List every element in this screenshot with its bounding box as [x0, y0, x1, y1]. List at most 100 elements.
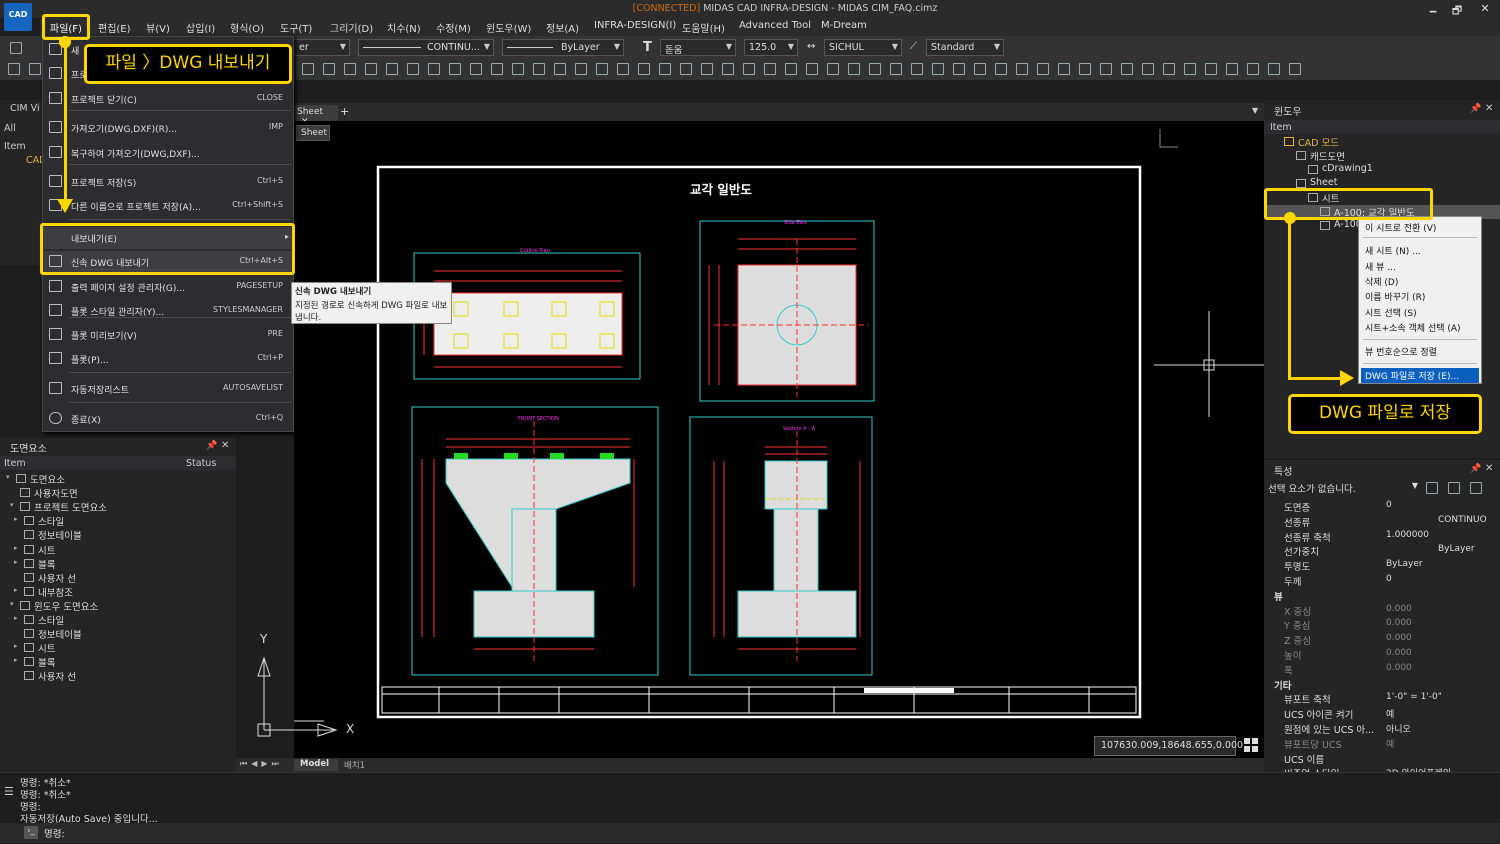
property-value[interactable]: 0	[1386, 500, 1392, 510]
draw-tool-icon[interactable]	[722, 63, 734, 75]
menu-view[interactable]: 뷰(V)	[146, 20, 170, 35]
draw-tool-icon[interactable]	[323, 63, 335, 75]
draw-tool-icon[interactable]	[890, 63, 902, 75]
tree-item[interactable]: ▸ 시트	[0, 543, 236, 557]
layer-combo[interactable]: er	[294, 39, 350, 56]
draw-tool-icon[interactable]	[1058, 63, 1070, 75]
menu-icon[interactable]: ☰	[4, 785, 14, 798]
draw-tool-icon[interactable]	[470, 63, 482, 75]
tree-item[interactable]: 사용자도면	[0, 486, 236, 500]
draw-tool-icon[interactable]	[302, 63, 314, 75]
property-value[interactable]: 0.000	[1386, 648, 1412, 658]
draw-tool-icon[interactable]	[953, 63, 965, 75]
dim-style-icon[interactable]: ↔	[807, 41, 815, 52]
tree-item[interactable]: ▸ 시트	[0, 641, 236, 655]
file-menu-item[interactable]: 프로젝트 닫기(C) CLOSE	[43, 88, 293, 110]
file-menu-item[interactable]: 가져오기(DWG,DXF)(R)... IMP	[43, 117, 293, 139]
expand-icon[interactable]: ▸	[14, 515, 18, 523]
expand-icon[interactable]: ▸	[14, 558, 18, 566]
add-tab-icon[interactable]: +	[340, 105, 349, 118]
menu-draw[interactable]: 그리기(D)	[330, 20, 373, 35]
expand-icon[interactable]: ▾	[10, 501, 14, 509]
draw-tool-icon[interactable]	[533, 63, 545, 75]
property-value[interactable]: 0	[1386, 574, 1392, 584]
draw-tool-icon[interactable]	[575, 63, 587, 75]
text-style-icon[interactable]: T	[643, 40, 652, 55]
window-tree-item[interactable]: 캐드도면	[1264, 149, 1500, 163]
file-menu-item[interactable]: 플롯 스타일 관리자(Y)... STYLESMANAGER	[43, 300, 293, 322]
font-combo[interactable]: 돋움	[660, 39, 736, 56]
tree-item[interactable]: ▸ 블록	[0, 655, 236, 669]
property-value[interactable]: CONTINUO	[1438, 515, 1487, 525]
context-menu-item[interactable]: 새 뷰 ...	[1365, 260, 1396, 273]
filter-all[interactable]: All	[4, 123, 16, 134]
context-menu-item[interactable]: 시트+소속 객체 선택 (A)	[1365, 321, 1461, 334]
menu-insert[interactable]: 삽입(I)	[186, 20, 215, 35]
draw-tool-icon[interactable]	[1247, 63, 1259, 75]
tree-item[interactable]: 사용자 선	[0, 669, 236, 683]
property-value[interactable]: ByLayer	[1386, 559, 1423, 569]
tab-sheet[interactable]: Sheet ✕	[294, 105, 338, 127]
file-menu-item[interactable]: 플롯 미리보기(V) PRE	[43, 324, 293, 346]
context-menu-item[interactable]: DWG 파일로 저장 (E)...	[1361, 368, 1479, 383]
menu-tools[interactable]: 도구(T)	[280, 20, 312, 35]
draw-tool-icon[interactable]	[827, 63, 839, 75]
panel-close-icon[interactable]: ✕	[221, 440, 229, 451]
menu-info[interactable]: 정보(A)	[546, 20, 579, 35]
expand-icon[interactable]: ▾	[6, 473, 10, 481]
draw-tool-icon[interactable]	[1100, 63, 1112, 75]
app-logo[interactable]: CAD	[4, 3, 32, 31]
context-menu-item[interactable]: 새 시트 (N) ...	[1365, 244, 1421, 257]
tree-item[interactable]: 정보테이블	[0, 528, 236, 542]
context-menu-item[interactable]: 삭제 (D)	[1365, 275, 1398, 288]
draw-tool-icon[interactable]	[1289, 63, 1301, 75]
menu-window[interactable]: 윈도우(W)	[486, 20, 531, 35]
tab-layout1[interactable]: 배치1	[344, 759, 365, 771]
pin-icon[interactable]: 📌	[206, 441, 217, 451]
selection-dropdown[interactable]: 선택 요소가 없습니다. ▼	[1268, 481, 1420, 495]
draw-tool-icon[interactable]	[407, 63, 419, 75]
draw-tool-icon[interactable]	[1037, 63, 1049, 75]
draw-tool-icon[interactable]	[29, 63, 41, 75]
draw-tool-icon[interactable]	[974, 63, 986, 75]
property-value[interactable]: ByLayer	[1438, 544, 1475, 554]
draw-tool-icon[interactable]	[1226, 63, 1238, 75]
expand-icon[interactable]: ▸	[14, 656, 18, 664]
command-input-bar[interactable]: ›_ 명령:	[0, 823, 1500, 843]
draw-tool-icon[interactable]	[1016, 63, 1028, 75]
draw-tool-icon[interactable]	[806, 63, 818, 75]
draw-tool-icon[interactable]	[428, 63, 440, 75]
file-menu-item[interactable]: 복구하여 가져오기(DWG,DXF)...	[43, 142, 293, 164]
expand-icon[interactable]: ▾	[10, 600, 14, 608]
file-menu-item[interactable]: 다른 이름으로 프로젝트 저장(A)... Ctrl+Shift+S	[43, 195, 293, 217]
expand-icon[interactable]: ▸	[14, 586, 18, 594]
context-menu-item[interactable]: 이름 바꾸기 (R)	[1365, 290, 1425, 303]
quick-select-icon[interactable]	[1426, 482, 1438, 494]
tab-nav-icons[interactable]: ⏮◀▶⏭	[240, 759, 283, 769]
menu-advanced-tool[interactable]: Advanced Tool	[739, 20, 811, 31]
draw-tool-icon[interactable]	[449, 63, 461, 75]
property-value[interactable]: 1.000000	[1386, 530, 1429, 540]
tree-item[interactable]: ▸ 블록	[0, 557, 236, 571]
draw-tool-icon[interactable]	[869, 63, 881, 75]
draw-tool-icon[interactable]	[995, 63, 1007, 75]
tab-list-icon[interactable]: ▼	[1252, 106, 1258, 115]
draw-tool-icon[interactable]	[596, 63, 608, 75]
expand-icon[interactable]: ▸	[14, 614, 18, 622]
context-menu-item[interactable]: 뷰 번호순으로 정렬	[1365, 345, 1437, 358]
draw-tool-icon[interactable]	[743, 63, 755, 75]
close-window-button[interactable]: ✕	[1474, 2, 1496, 15]
dimension-icon[interactable]: ⟋	[910, 41, 917, 52]
draw-tool-icon[interactable]	[659, 63, 671, 75]
draw-tool-icon[interactable]	[344, 63, 356, 75]
menu-infra-design[interactable]: INFRA-DESIGN(I)	[594, 20, 676, 31]
file-menu-item[interactable]: 출력 페이지 설정 관리자(G)... PAGESETUP	[43, 276, 293, 298]
pickadd-icon[interactable]	[1470, 482, 1482, 494]
draw-tool-icon[interactable]	[1205, 63, 1217, 75]
draw-tool-icon[interactable]	[1079, 63, 1091, 75]
draw-tool-icon[interactable]	[1142, 63, 1154, 75]
drawing-canvas[interactable]: Sheet 교각 일반도 Cutline Plan Side Elev FRON…	[294, 121, 1264, 758]
property-value[interactable]: 1'-0" = 1'-0"	[1386, 692, 1442, 702]
property-value[interactable]: 0.000	[1386, 618, 1412, 628]
lineweight-combo[interactable]: ByLayer	[502, 39, 624, 56]
